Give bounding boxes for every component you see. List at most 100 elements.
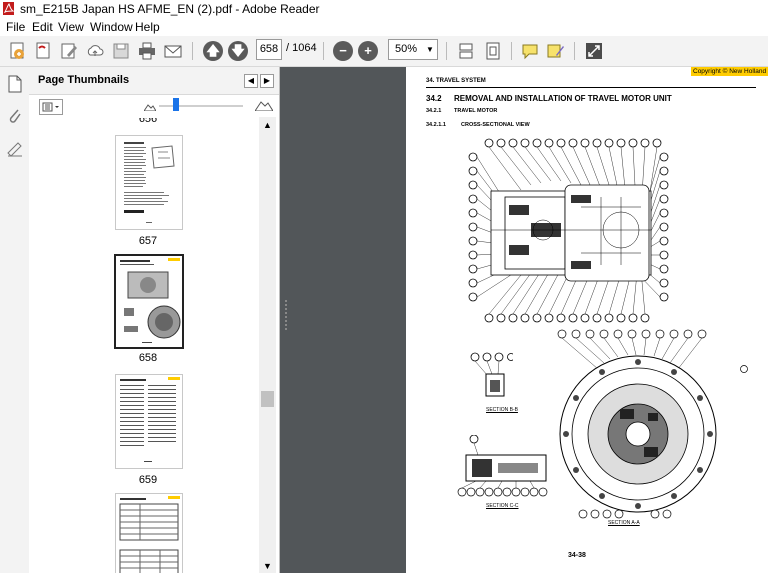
email-button[interactable] [162, 40, 184, 62]
zoom-dropdown-button[interactable]: ▼ [423, 39, 438, 60]
small-mountain-icon [144, 104, 156, 111]
cloud-button[interactable] [84, 40, 106, 62]
fit-page-button[interactable] [482, 40, 504, 62]
thumbnails-header: Page Thumbnails ◀ ▶ [29, 67, 279, 95]
sign-icon [547, 44, 564, 58]
pdf-page: Copyright © New Holland 34. TRAVEL SYSTE… [406, 67, 768, 573]
cross-section-drawing [468, 138, 669, 323]
subheading-number: 34.2.1 [426, 108, 442, 114]
next-page-button[interactable]: 🡇 [228, 41, 248, 61]
create-pdf-icon [10, 42, 24, 59]
section-cc-label: SECTION C-C [486, 503, 519, 509]
splitter-grip[interactable] [284, 300, 288, 330]
scroll-up-arrow-icon[interactable]: ▲ [263, 120, 272, 130]
menu-bar: File Edit View Window Help [0, 18, 768, 36]
cloud-icon [87, 45, 104, 56]
thumbnails-scrollbar[interactable]: ▲ ▼ [259, 117, 276, 573]
fullscreen-button[interactable] [583, 40, 605, 62]
edit-button[interactable] [58, 40, 80, 62]
copyright-banner: Copyright © New Holland [691, 67, 768, 76]
panel-title: Page Thumbnails [38, 74, 130, 86]
heading-number: 34.2 [426, 94, 442, 103]
expand-panel-button[interactable]: ▶ [260, 74, 274, 88]
toolbar: 🡅 🡇 − + [0, 36, 768, 67]
scrollbar-thumb[interactable] [261, 391, 274, 407]
print-button[interactable] [136, 40, 158, 62]
toolbar-separator [192, 42, 193, 60]
thumbnail-page[interactable] [115, 135, 183, 230]
menu-edit[interactable]: Edit [32, 20, 53, 34]
navigation-pane-strip [0, 67, 30, 573]
thumbnail-label: 658 [138, 352, 158, 364]
page-number-footer: 34-38 [568, 552, 586, 559]
section-aa-label: SECTION A-A [608, 520, 640, 526]
fullscreen-icon [586, 43, 602, 59]
menu-window[interactable]: Window [90, 20, 133, 34]
previous-page-icon: 🡅 [206, 43, 220, 58]
header-rule [426, 87, 756, 88]
thumbnail-list: 656 657 658 659 [29, 118, 258, 573]
save-button[interactable] [110, 40, 132, 62]
toolbar-separator [574, 42, 575, 60]
subheading: TRAVEL MOTOR [454, 108, 498, 114]
edit-icon [61, 43, 77, 59]
open-icon [36, 42, 50, 59]
comment-button[interactable] [519, 40, 541, 62]
toolbar-separator [446, 42, 447, 60]
save-icon [113, 43, 129, 59]
thumbnail-page[interactable] [115, 493, 183, 573]
collapse-panel-button[interactable]: ◀ [244, 74, 258, 88]
fit-width-button[interactable] [455, 40, 477, 62]
zoom-out-icon: − [339, 43, 347, 58]
page-preview [120, 258, 181, 343]
print-icon [139, 42, 155, 60]
section-aa-drawing [557, 329, 748, 513]
page-preview [124, 142, 175, 223]
thumbnail-page-selected[interactable] [114, 254, 184, 349]
comment-icon [522, 44, 538, 60]
zoom-in-button[interactable]: + [358, 41, 378, 61]
scroll-down-arrow-icon[interactable]: ▼ [263, 561, 272, 571]
thumbnail-label: 656 [138, 118, 158, 125]
sign-button[interactable] [545, 40, 567, 62]
double-chevron-left-icon: ◀ [247, 76, 255, 85]
email-icon [164, 45, 182, 58]
title-bar: sm_E215B Japan HS AFME_EN (2).pdf - Adob… [0, 0, 768, 18]
thumbnail-label: 657 [138, 235, 158, 247]
section-bb-label: SECTION B-B [486, 407, 518, 413]
fit-page-icon [486, 42, 500, 60]
page-heading: REMOVAL AND INSTALLATION OF TRAVEL MOTOR… [454, 94, 672, 103]
thumbnail-label: 659 [138, 474, 158, 486]
signatures-icon[interactable] [7, 141, 23, 157]
page-preview [120, 377, 180, 462]
total-pages-label: / 1064 [286, 42, 317, 54]
page-thumbnails-icon[interactable] [7, 75, 23, 93]
zoom-in-icon: + [364, 43, 372, 58]
section-header: 34. TRAVEL SYSTEM [426, 78, 486, 84]
subheading: CROSS-SECTIONAL VIEW [461, 122, 530, 128]
page-number-input[interactable]: 658 [256, 39, 282, 60]
slider-handle[interactable] [173, 98, 179, 111]
section-aa-callouts [578, 509, 672, 519]
thumbnails-toolbar [29, 95, 279, 117]
thumbnail-size-slider[interactable] [159, 105, 243, 107]
page-preview [119, 496, 180, 573]
options-menu-button[interactable] [39, 99, 63, 115]
zoom-level-input[interactable]: 50% [388, 39, 424, 60]
fit-width-icon [459, 43, 473, 59]
toolbar-separator [511, 42, 512, 60]
open-button[interactable] [32, 40, 54, 62]
previous-page-button[interactable]: 🡅 [203, 41, 223, 61]
attachments-icon[interactable] [7, 107, 23, 125]
adobe-reader-icon [3, 2, 15, 15]
menu-file[interactable]: File [6, 20, 25, 34]
menu-view[interactable]: View [58, 20, 84, 34]
section-cc-drawing [457, 435, 548, 497]
menu-help[interactable]: Help [135, 20, 160, 34]
zoom-out-button[interactable]: − [333, 41, 353, 61]
window-title: sm_E215B Japan HS AFME_EN (2).pdf - Adob… [20, 2, 320, 16]
thumbnail-page[interactable] [115, 374, 183, 469]
chevron-right-icon: ▶ [263, 76, 271, 85]
create-pdf-button[interactable] [6, 40, 28, 62]
large-mountain-icon [255, 101, 273, 111]
